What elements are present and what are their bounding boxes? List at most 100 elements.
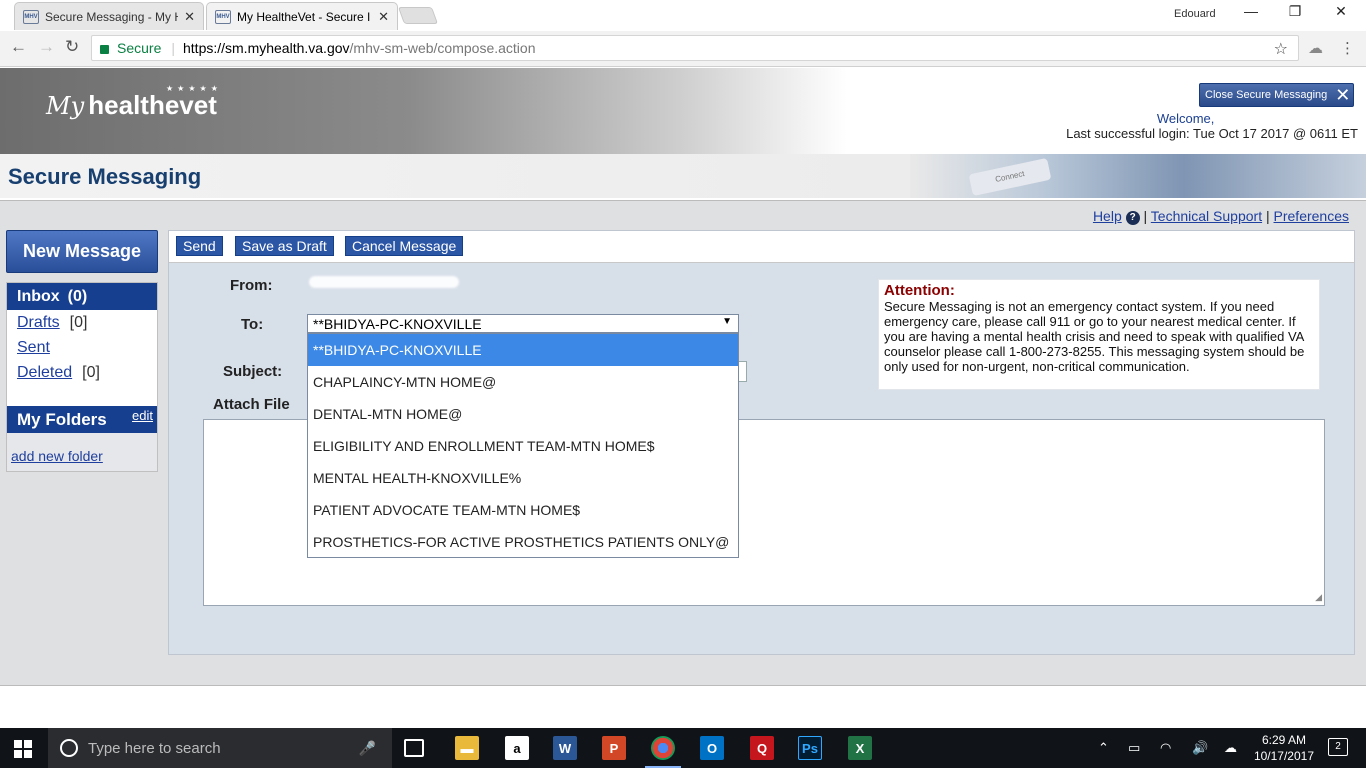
file-explorer-icon[interactable]: ▬ bbox=[455, 736, 479, 760]
windows-taskbar: Type here to search 🎤 ▬ a W P O Q Ps X ⌃… bbox=[0, 728, 1366, 768]
clock-date: 10/17/2017 bbox=[1253, 749, 1314, 763]
sidebar-nav: Inbox (0) Drafts [0] Sent Deleted [0] My… bbox=[6, 282, 158, 472]
close-tab-icon[interactable]: ✕ bbox=[184, 9, 195, 25]
tab-title: My HealtheVet - Secure I bbox=[237, 9, 371, 24]
quicken-icon[interactable]: Q bbox=[750, 736, 774, 760]
recipient-option[interactable]: CHAPLAINCY-MTN HOME@ bbox=[308, 366, 738, 398]
mhv-favicon-icon: MHV bbox=[215, 9, 231, 24]
save-as-draft-button[interactable]: Save as Draft bbox=[235, 236, 334, 256]
folders-body: add new folder bbox=[7, 433, 157, 471]
amazon-icon[interactable]: a bbox=[505, 736, 529, 760]
edit-folders-link[interactable]: edit bbox=[132, 408, 153, 423]
drafts-link[interactable]: Drafts bbox=[17, 314, 60, 332]
from-value-redacted bbox=[309, 276, 459, 288]
chrome-icon[interactable] bbox=[645, 736, 681, 768]
menu-icon[interactable]: ⋮ bbox=[1340, 39, 1355, 57]
reload-icon[interactable]: ↻ bbox=[65, 37, 79, 57]
start-windows-icon[interactable] bbox=[14, 740, 32, 758]
profile-name[interactable]: Edouard bbox=[1174, 8, 1216, 20]
secure-label: Secure bbox=[117, 40, 162, 56]
taskbar-search-box[interactable]: Type here to search 🎤 bbox=[48, 728, 392, 768]
welcome-label: Welcome, bbox=[1156, 111, 1215, 126]
technical-support-link[interactable]: Technical Support bbox=[1151, 208, 1262, 224]
sidebar-item-sent: Sent bbox=[7, 335, 157, 360]
excel-icon[interactable]: X bbox=[848, 736, 872, 760]
powerpoint-icon[interactable]: P bbox=[602, 736, 626, 760]
browser-tab-bar: MHV Secure Messaging - My H ✕ MHV My Hea… bbox=[0, 0, 1366, 31]
sidebar-item-deleted: Deleted [0] bbox=[7, 360, 157, 385]
volume-icon[interactable]: 🔊 bbox=[1192, 740, 1208, 756]
wifi-icon[interactable]: ◠ bbox=[1160, 740, 1171, 756]
to-recipient-select[interactable]: **BHIDYA-PC-KNOXVILLE ▼ bbox=[307, 314, 739, 333]
add-new-folder-link[interactable]: add new folder bbox=[11, 448, 103, 464]
cortana-icon bbox=[60, 739, 78, 757]
tray-overflow-icon[interactable]: ⌃ bbox=[1098, 740, 1109, 756]
myhealthevet-logo[interactable]: ★★★★★ My healthevet bbox=[46, 84, 218, 121]
send-button[interactable]: Send bbox=[176, 236, 223, 256]
logo-my: My bbox=[46, 92, 85, 120]
sent-link[interactable]: Sent bbox=[17, 339, 50, 357]
help-icon[interactable]: ? bbox=[1125, 211, 1140, 225]
attach-file-label: Attach File bbox=[213, 396, 290, 413]
welcome-text: Welcome, bbox=[1157, 111, 1358, 126]
help-link[interactable]: Help bbox=[1093, 208, 1122, 224]
task-view-icon[interactable] bbox=[404, 739, 424, 757]
sidebar-item-drafts: Drafts [0] bbox=[7, 310, 157, 335]
resize-grip-icon[interactable]: ◢ bbox=[1315, 592, 1322, 603]
back-icon[interactable]: ← bbox=[10, 37, 27, 57]
attention-notice: Attention: Secure Messaging is not an em… bbox=[878, 279, 1320, 390]
my-folders-label: My Folders bbox=[17, 409, 107, 429]
close-secure-messaging-label: Close Secure Messaging bbox=[1205, 89, 1328, 101]
recipient-option[interactable]: **BHIDYA-PC-KNOXVILLE bbox=[308, 334, 738, 366]
browser-tab-myhealthevet[interactable]: MHV My HealtheVet - Secure I ✕ bbox=[206, 2, 398, 30]
onedrive-icon[interactable]: ☁ bbox=[1224, 740, 1237, 756]
recipient-option[interactable]: MENTAL HEALTH-KNOXVILLE% bbox=[308, 462, 738, 494]
subject-input[interactable] bbox=[739, 361, 747, 382]
redacted-username bbox=[1218, 113, 1358, 123]
url-bar[interactable]: Secure | https://sm.myhealth.va.gov/mhv-… bbox=[91, 35, 1299, 61]
to-label: To: bbox=[241, 316, 264, 333]
compose-toolbar: Send Save as Draft Cancel Message bbox=[169, 231, 1354, 263]
my-folders-header: My Folders edit bbox=[7, 406, 157, 433]
battery-icon[interactable]: ▭ bbox=[1128, 740, 1140, 756]
close-secure-messaging-button[interactable]: Close Secure Messaging ✕ bbox=[1199, 83, 1354, 107]
recipient-option[interactable]: PROSTHETICS-FOR ACTIVE PROSTHETICS PATIE… bbox=[308, 526, 738, 558]
extension-icon[interactable]: ☁ bbox=[1308, 39, 1323, 57]
url-path: /mhv-sm-web/compose.action bbox=[349, 40, 536, 56]
photoshop-icon[interactable]: Ps bbox=[798, 736, 822, 760]
minimize-icon[interactable]: — bbox=[1228, 3, 1274, 19]
keyboard-key-image: Connect bbox=[968, 157, 1052, 197]
title-band: Secure Messaging Connect bbox=[0, 154, 1366, 198]
preferences-link[interactable]: Preferences bbox=[1274, 208, 1349, 224]
action-center-icon[interactable]: 2 bbox=[1328, 738, 1348, 756]
recipient-option[interactable]: DENTAL-MTN HOME@ bbox=[308, 398, 738, 430]
link-separator: | bbox=[1143, 208, 1148, 224]
word-icon[interactable]: W bbox=[553, 736, 577, 760]
bookmark-star-icon[interactable]: ☆ bbox=[1274, 39, 1288, 59]
recipient-option[interactable]: ELIGIBILITY AND ENROLLMENT TEAM-MTN HOME… bbox=[308, 430, 738, 462]
cancel-message-button[interactable]: Cancel Message bbox=[345, 236, 464, 256]
taskbar-clock[interactable]: 6:29 AM 10/17/2017 bbox=[1254, 732, 1314, 764]
new-tab-button[interactable] bbox=[397, 7, 439, 24]
browser-tab-secure-messaging[interactable]: MHV Secure Messaging - My H ✕ bbox=[14, 2, 204, 30]
address-toolbar: ← → ↻ Secure | https://sm.myhealth.va.go… bbox=[0, 31, 1366, 67]
tab-title: Secure Messaging - My H bbox=[45, 9, 179, 24]
deleted-link[interactable]: Deleted bbox=[17, 364, 72, 382]
close-tab-icon[interactable]: ✕ bbox=[378, 9, 389, 25]
attention-text: Secure Messaging is not an emergency con… bbox=[884, 299, 1305, 374]
outlook-icon[interactable]: O bbox=[700, 736, 724, 760]
forward-icon[interactable]: → bbox=[38, 37, 55, 57]
close-window-icon[interactable]: ✕ bbox=[1318, 3, 1364, 20]
last-login-text: Last successful login: Tue Oct 17 2017 @… bbox=[1066, 126, 1358, 141]
recipient-dropdown-list: **BHIDYA-PC-KNOXVILLE CHAPLAINCY-MTN HOM… bbox=[307, 333, 739, 558]
restore-icon[interactable]: ❐ bbox=[1272, 3, 1318, 20]
sidebar-item-inbox[interactable]: Inbox (0) bbox=[7, 283, 157, 310]
page-title: Secure Messaging bbox=[8, 164, 202, 189]
new-message-button[interactable]: New Message bbox=[6, 230, 158, 273]
microphone-icon[interactable]: 🎤 bbox=[359, 740, 376, 757]
logo-healthevet: healthevet bbox=[88, 90, 217, 120]
deleted-count: [0] bbox=[82, 363, 100, 381]
url-host: https://sm.myhealth.va.gov bbox=[183, 40, 350, 56]
close-x-icon: ✕ bbox=[1335, 84, 1351, 105]
recipient-option[interactable]: PATIENT ADVOCATE TEAM-MTN HOME$ bbox=[308, 494, 738, 526]
